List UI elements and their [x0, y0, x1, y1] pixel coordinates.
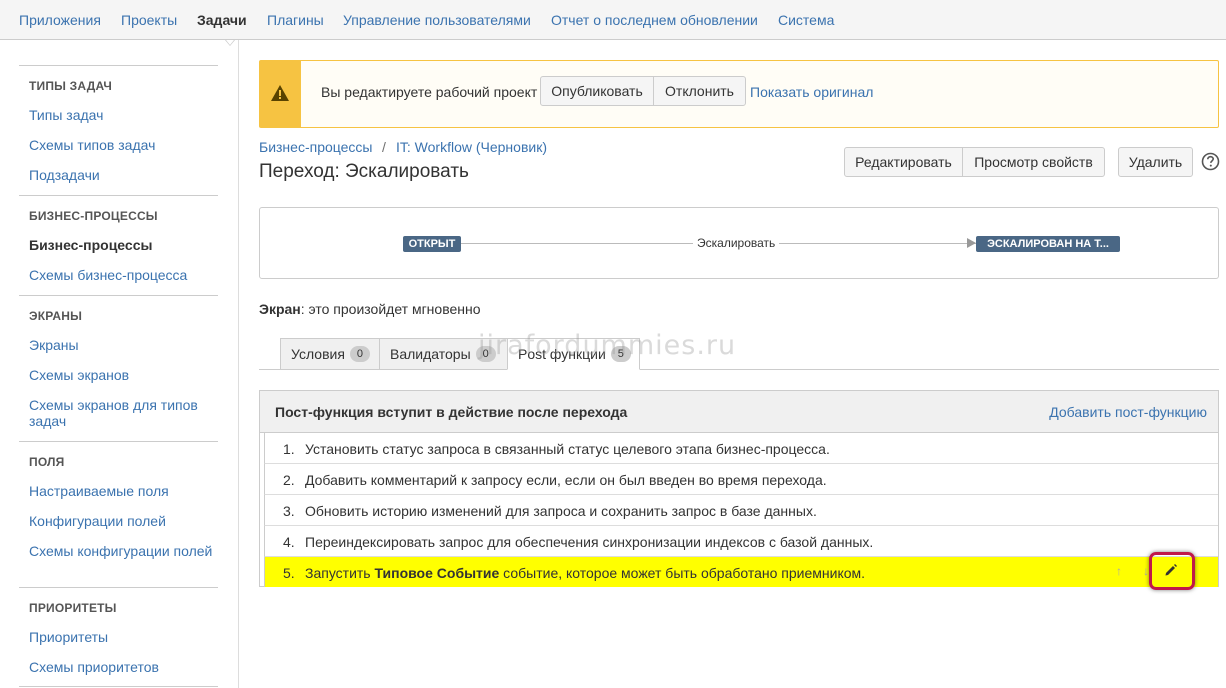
- row-text-prefix: Запустить: [305, 565, 375, 581]
- show-original-link[interactable]: Показать оригинал: [750, 84, 873, 100]
- row-text: Обновить историю изменений для запроса и…: [305, 503, 817, 519]
- tab-count-badge: 0: [349, 346, 370, 362]
- nav-system[interactable]: Система: [778, 12, 834, 28]
- sidebar-heading-screens: ЭКРАНЫ: [29, 309, 83, 323]
- sidebar-item-workflows[interactable]: Бизнес-процессы: [29, 237, 219, 253]
- top-navigation: Приложения Проекты Задачи Плагины Управл…: [0, 0, 1226, 46]
- edit-post-function-button[interactable]: [1149, 552, 1195, 590]
- sidebar-divider: [19, 295, 218, 296]
- event-name: Типовое Событие: [374, 565, 500, 581]
- table-row-highlighted: 5. Запустить Типовое Событие событие, ко…: [264, 557, 1218, 587]
- sidebar-heading-priorities: ПРИОРИТЕТЫ: [29, 601, 117, 615]
- breadcrumb-workflows[interactable]: Бизнес-процессы: [259, 139, 372, 155]
- question-circle-icon[interactable]: [1201, 152, 1220, 171]
- breadcrumb-workflow-draft[interactable]: IT: Workflow (Черновик): [396, 139, 547, 155]
- admin-sidebar: ТИПЫ ЗАДАЧ Типы задач Схемы типов задач …: [0, 40, 239, 688]
- pencil-icon: [1165, 564, 1177, 576]
- sidebar-divider: [19, 441, 218, 442]
- table-row: 1. Установить статус запроса в связанный…: [264, 433, 1218, 464]
- sidebar-item-priorities[interactable]: Приоритеты: [29, 629, 219, 645]
- sidebar-item-field-configuration-schemes[interactable]: Схемы конфигурации полей: [29, 543, 219, 559]
- tab-label: Условия: [291, 346, 345, 362]
- publish-button[interactable]: Опубликовать: [540, 76, 654, 106]
- sidebar-divider: [19, 65, 218, 66]
- nav-plugins[interactable]: Плагины: [267, 12, 324, 28]
- edit-button[interactable]: Редактировать: [844, 147, 963, 177]
- sidebar-item-issue-type-schemes[interactable]: Схемы типов задач: [29, 137, 219, 153]
- transition-diagram: ОТКРЫТ Эскалировать ЭСКАЛИРОВАН НА Т...: [259, 207, 1219, 279]
- sidebar-heading-workflows: БИЗНЕС-ПРОЦЕССЫ: [29, 209, 158, 223]
- from-status-lozenge: ОТКРЫТ: [403, 236, 461, 252]
- row-number: 1.: [283, 441, 295, 457]
- table-row: 4. Переиндексировать запрос для обеспече…: [264, 526, 1218, 557]
- sidebar-divider: [19, 686, 218, 687]
- banner-message: Вы редактируете рабочий проект: [321, 84, 538, 100]
- sidebar-item-custom-fields[interactable]: Настраиваемые поля: [29, 483, 219, 499]
- warning-icon-box: [260, 61, 301, 127]
- nav-user-management[interactable]: Управление пользователями: [343, 12, 531, 28]
- sidebar-item-field-configurations[interactable]: Конфигурации полей: [29, 513, 219, 529]
- arrow-right-icon: [967, 238, 976, 248]
- post-functions-table: Пост-функция вступит в действие после пе…: [259, 390, 1219, 587]
- sidebar-item-issue-type-screen-schemes[interactable]: Схемы экранов для типов задач: [29, 397, 219, 429]
- move-up-icon[interactable]: ↑: [1116, 564, 1122, 578]
- to-status-lozenge: ЭСКАЛИРОВАН НА Т...: [976, 236, 1120, 252]
- screen-label: Экран: [259, 301, 301, 317]
- warning-icon: [271, 85, 289, 101]
- row-text: Добавить комментарий к запросу если, есл…: [305, 472, 827, 488]
- post-functions-header: Пост-функция вступит в действие после пе…: [260, 391, 1218, 433]
- page-title: Переход: Эскалировать: [259, 161, 469, 182]
- nav-projects[interactable]: Проекты: [121, 12, 177, 28]
- watermark: jirafordummies.ru: [478, 330, 737, 361]
- row-text-suffix: событие, которое может быть обработано п…: [499, 565, 866, 581]
- breadcrumb-separator: /: [382, 139, 386, 155]
- sidebar-divider: [19, 195, 218, 196]
- sidebar-item-screen-schemes[interactable]: Схемы экранов: [29, 367, 219, 383]
- row-text: Запустить Типовое Событие событие, котор…: [305, 565, 865, 581]
- delete-button[interactable]: Удалить: [1118, 147, 1193, 177]
- screen-info: Экран: это произойдет мгновенно: [259, 301, 481, 317]
- row-number: 5.: [283, 565, 295, 581]
- add-post-function-link[interactable]: Добавить пост-функцию: [1049, 404, 1207, 420]
- row-text: Установить статус запроса в связанный ст…: [305, 441, 830, 457]
- nav-upgrade-report[interactable]: Отчет о последнем обновлении: [551, 12, 758, 28]
- table-row: 3. Обновить историю изменений для запрос…: [264, 495, 1218, 526]
- sidebar-item-priority-schemes[interactable]: Схемы приоритетов: [29, 659, 219, 675]
- tab-conditions[interactable]: Условия 0: [280, 338, 380, 370]
- nav-apps[interactable]: Приложения: [19, 12, 101, 28]
- discard-button[interactable]: Отклонить: [653, 76, 746, 106]
- post-functions-heading: Пост-функция вступит в действие после пе…: [275, 404, 628, 420]
- row-number: 2.: [283, 472, 295, 488]
- view-properties-button[interactable]: Просмотр свойств: [962, 147, 1105, 177]
- sidebar-item-workflow-schemes[interactable]: Схемы бизнес-процесса: [29, 267, 219, 283]
- draft-warning-banner: Вы редактируете рабочий проект Опубликов…: [259, 60, 1219, 128]
- transition-name: Эскалировать: [693, 236, 780, 250]
- table-row: 2. Добавить комментарий к запросу если, …: [264, 464, 1218, 495]
- row-number: 3.: [283, 503, 295, 519]
- sidebar-item-screens[interactable]: Экраны: [29, 337, 219, 353]
- sidebar-item-subtasks[interactable]: Подзадачи: [29, 167, 219, 183]
- row-text: Переиндексировать запрос для обеспечения…: [305, 534, 874, 550]
- sidebar-item-issue-types[interactable]: Типы задач: [29, 107, 219, 123]
- sidebar-heading-issue-types: ТИПЫ ЗАДАЧ: [29, 79, 113, 93]
- nav-issues[interactable]: Задачи: [197, 12, 247, 28]
- screen-info-text: : это произойдет мгновенно: [300, 301, 481, 317]
- sidebar-divider: [19, 587, 218, 588]
- row-number: 4.: [283, 534, 295, 550]
- sidebar-heading-fields: ПОЛЯ: [29, 455, 65, 469]
- tab-label: Валидаторы: [390, 346, 471, 362]
